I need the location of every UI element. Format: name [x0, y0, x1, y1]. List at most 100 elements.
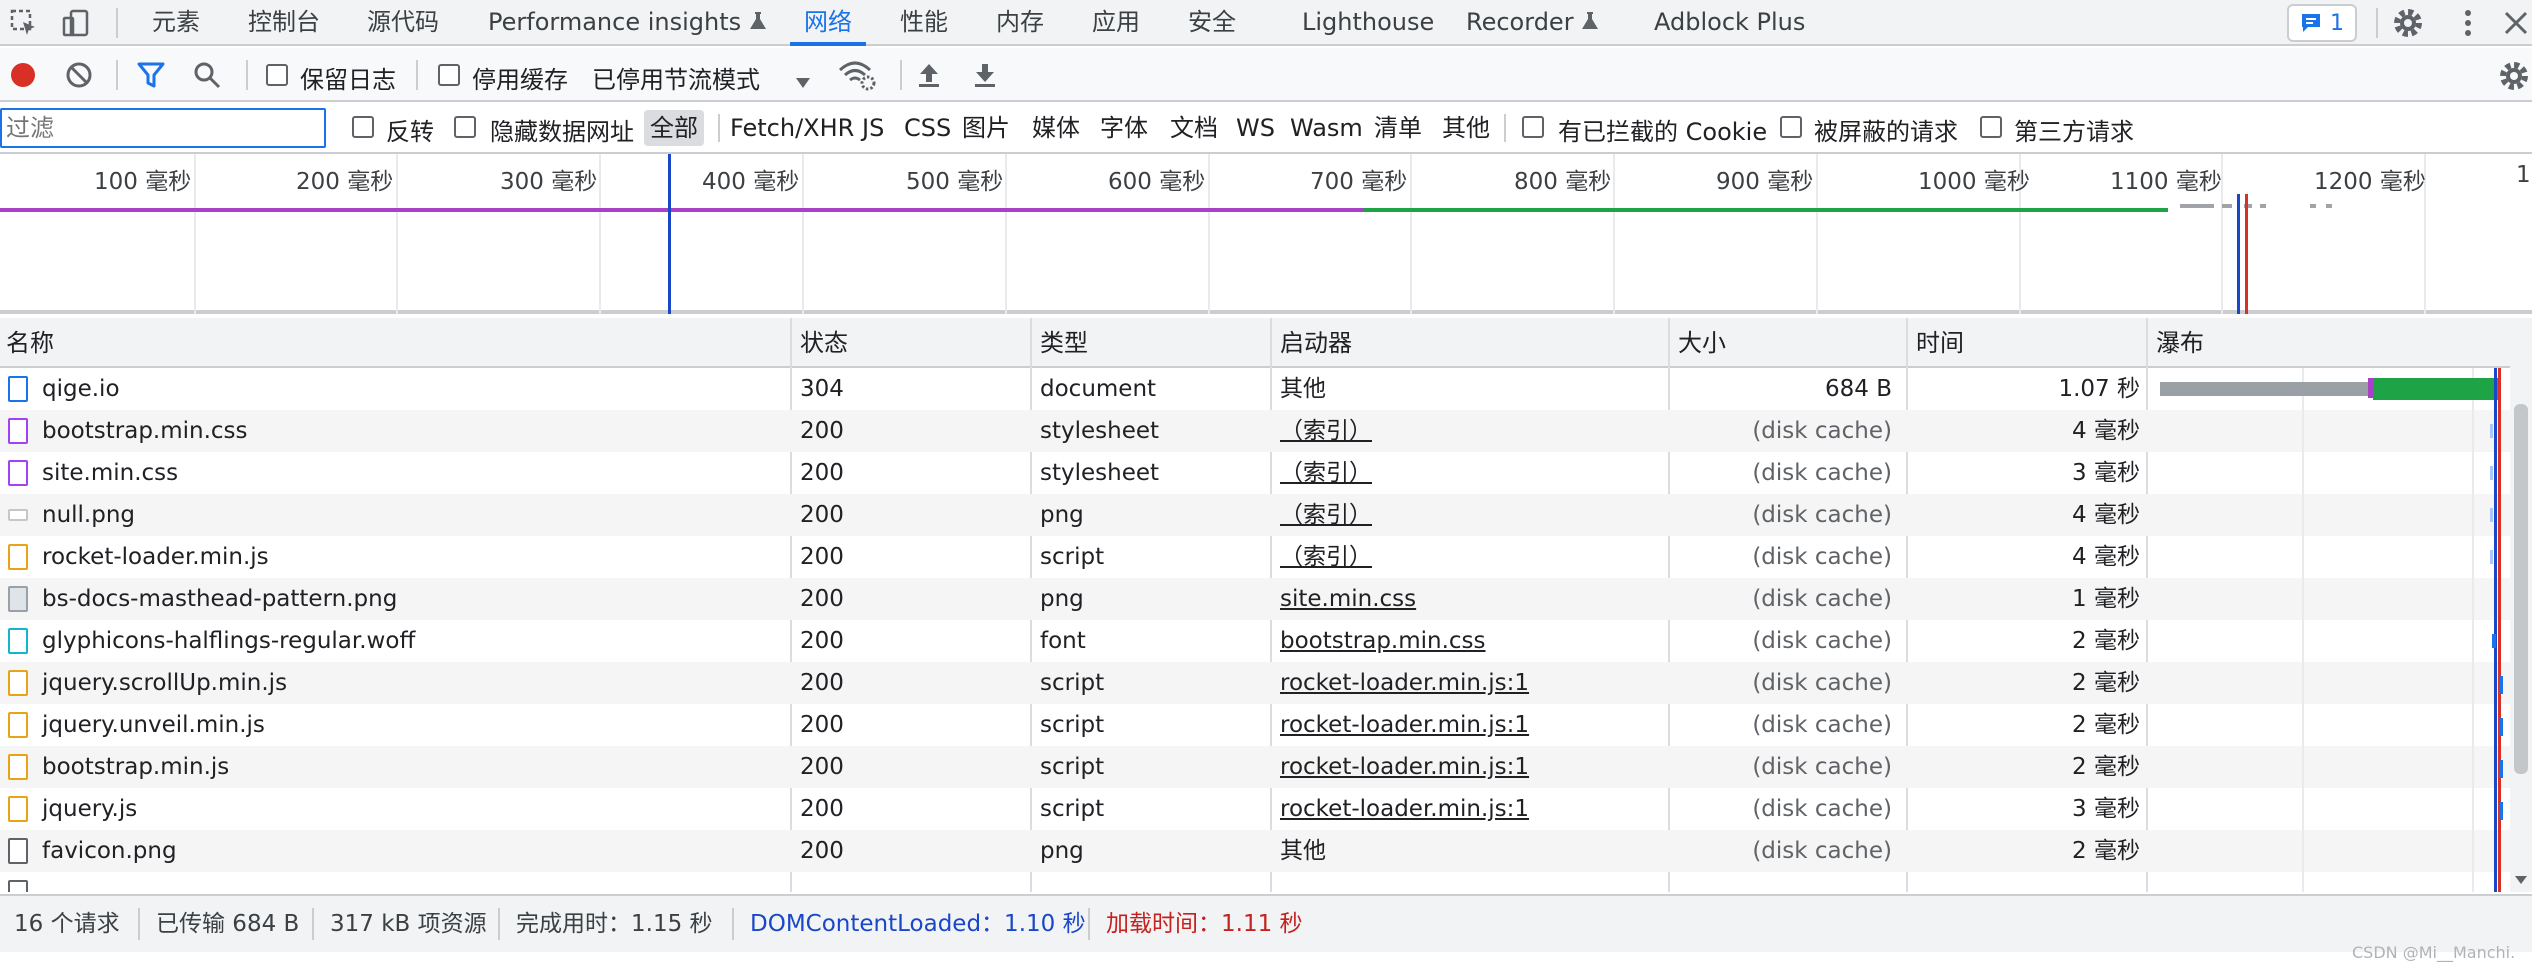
blocked-requests-checkbox[interactable] — [1780, 116, 1802, 138]
divider — [2376, 8, 2378, 38]
type-filter-media[interactable]: 媒体 — [1026, 110, 1086, 146]
search-button[interactable] — [192, 60, 222, 96]
blocked-cookies-checkbox[interactable] — [1522, 116, 1544, 138]
waiting-bar — [0, 208, 1364, 212]
request-initiator-link[interactable]: bootstrap.min.css — [1280, 620, 1670, 662]
tick-label: 800 毫秒 — [1514, 169, 1612, 195]
request-status: 200 — [800, 628, 844, 654]
tab-memory[interactable]: 内存 — [996, 0, 1044, 46]
request-status: 200 — [800, 670, 844, 696]
dom-content-loaded-time: DOMContentLoaded：1.10 秒 — [750, 911, 1086, 937]
filter-toggle-button[interactable] — [136, 60, 166, 96]
request-status: 200 — [800, 586, 844, 612]
request-type: font — [1040, 628, 1086, 654]
request-initiator-link[interactable]: （索引） — [1280, 452, 1670, 494]
column-header-size[interactable]: 大小 — [1672, 318, 1726, 368]
tab-adblock-plus[interactable]: Adblock Plus — [1654, 0, 1805, 46]
settings-gear-icon[interactable] — [2390, 5, 2426, 47]
tab-performance[interactable]: 性能 — [900, 0, 948, 46]
request-initiator-link[interactable]: rocket-loader.min.js:1 — [1280, 746, 1670, 788]
network-settings-gear-icon[interactable] — [2496, 58, 2532, 100]
hide-data-urls-checkbox[interactable] — [454, 116, 476, 138]
filter-bar: 反转 隐藏数据网址 全部 Fetch/XHR JS CSS 图片 媒体 字体 文… — [0, 102, 2532, 154]
request-initiator-link[interactable]: （索引） — [1280, 410, 1670, 452]
tab-elements[interactable]: 元素 — [152, 0, 200, 46]
tab-console[interactable]: 控制台 — [248, 0, 320, 46]
tab-application[interactable]: 应用 — [1092, 0, 1140, 46]
request-size: (disk cache) — [1752, 418, 1892, 444]
type-filter-js[interactable]: JS — [856, 110, 890, 146]
request-time: 3 毫秒 — [2072, 796, 2140, 822]
request-initiator-link[interactable]: site.min.css — [1280, 578, 1670, 620]
tab-recorder[interactable]: Recorder — [1466, 0, 1599, 46]
third-party-checkbox[interactable] — [1980, 116, 2002, 138]
more-options-icon[interactable] — [2450, 5, 2486, 47]
column-header-time[interactable]: 时间 — [1910, 318, 1964, 368]
column-header-name[interactable]: 名称 — [0, 318, 54, 368]
request-name: bootstrap.min.css — [42, 418, 248, 444]
type-filter-manifest[interactable]: 清单 — [1368, 110, 1428, 146]
type-filter-wasm[interactable]: Wasm — [1284, 110, 1369, 146]
experiment-flask-icon — [749, 12, 766, 29]
transferred-size: 已传输 684 B — [156, 911, 300, 937]
request-name: jquery.js — [42, 796, 138, 822]
timeline-overview[interactable]: 100 毫秒 200 毫秒 300 毫秒 400 毫秒 500 毫秒 600 毫… — [0, 154, 2532, 314]
type-filter-doc[interactable]: 文档 — [1164, 110, 1224, 146]
network-conditions-wifi-gear-icon[interactable] — [838, 58, 878, 98]
request-time: 4 毫秒 — [2072, 502, 2140, 528]
request-initiator: 其他 — [1280, 838, 1326, 864]
type-filter-ws[interactable]: WS — [1230, 110, 1281, 146]
request-size: (disk cache) — [1752, 838, 1892, 864]
table-scrollbar[interactable] — [2510, 318, 2532, 892]
type-filter-all[interactable]: 全部 — [644, 110, 704, 146]
request-size: (disk cache) — [1752, 796, 1892, 822]
issues-button[interactable]: 1 — [2287, 4, 2357, 42]
tab-lighthouse[interactable]: Lighthouse — [1302, 0, 1434, 46]
request-size: (disk cache) — [1752, 544, 1892, 570]
export-har-button[interactable] — [970, 60, 1000, 96]
column-header-waterfall[interactable]: 瀑布 — [2150, 318, 2204, 368]
column-header-status[interactable]: 状态 — [794, 318, 848, 368]
type-filter-img[interactable]: 图片 — [956, 110, 1016, 146]
divider — [138, 908, 140, 940]
request-name: null.png — [42, 502, 136, 528]
request-type: script — [1040, 754, 1105, 780]
tab-label: Performance insights — [488, 8, 742, 36]
request-initiator-link[interactable]: rocket-loader.min.js:1 — [1280, 788, 1670, 830]
request-tick — [2310, 204, 2316, 208]
column-header-type[interactable]: 类型 — [1034, 318, 1088, 368]
record-button[interactable] — [8, 60, 38, 96]
throttling-select[interactable]: 已停用节流模式 — [592, 60, 760, 95]
filter-input[interactable] — [0, 108, 326, 148]
type-filter-font[interactable]: 字体 — [1094, 110, 1154, 146]
invert-checkbox[interactable] — [352, 116, 374, 138]
waterfall-bar-download — [2373, 378, 2498, 400]
device-toolbar-icon[interactable] — [56, 3, 96, 43]
request-size: 684 B — [1825, 376, 1892, 402]
request-initiator-link[interactable]: rocket-loader.min.js:1 — [1280, 662, 1670, 704]
tab-sources[interactable]: 源代码 — [367, 0, 439, 46]
preserve-log-label: 保留日志 — [300, 66, 396, 94]
waterfall-bar-waiting — [2160, 382, 2368, 396]
disable-cache-checkbox[interactable] — [438, 64, 460, 86]
import-har-button[interactable] — [914, 60, 944, 96]
close-devtools-icon[interactable] — [2500, 5, 2532, 47]
tab-performance-insights[interactable]: Performance insights — [488, 0, 767, 46]
clear-button[interactable] — [64, 60, 94, 96]
type-filter-other[interactable]: 其他 — [1436, 110, 1496, 146]
column-header-initiator[interactable]: 启动器 — [1274, 318, 1352, 368]
preserve-log-checkbox[interactable] — [266, 64, 288, 86]
request-initiator-link[interactable]: （索引） — [1280, 536, 1670, 578]
inspect-element-icon[interactable] — [4, 3, 44, 43]
devtools-tab-bar: 元素 控制台 源代码 Performance insights 网络 性能 内存… — [0, 0, 2532, 46]
request-initiator-link[interactable]: rocket-loader.min.js:1 — [1280, 704, 1670, 746]
grid-line — [2472, 368, 2474, 892]
tab-security[interactable]: 安全 — [1188, 0, 1236, 46]
scroll-down-arrow-icon[interactable] — [2514, 874, 2528, 886]
type-filter-css[interactable]: CSS — [898, 110, 957, 146]
tab-network[interactable]: 网络 — [790, 0, 866, 46]
scrollbar-thumb[interactable] — [2514, 404, 2528, 774]
request-initiator-link[interactable]: （索引） — [1280, 494, 1670, 536]
type-filter-fetch-xhr[interactable]: Fetch/XHR — [724, 110, 860, 146]
chevron-down-icon[interactable] — [794, 68, 812, 96]
